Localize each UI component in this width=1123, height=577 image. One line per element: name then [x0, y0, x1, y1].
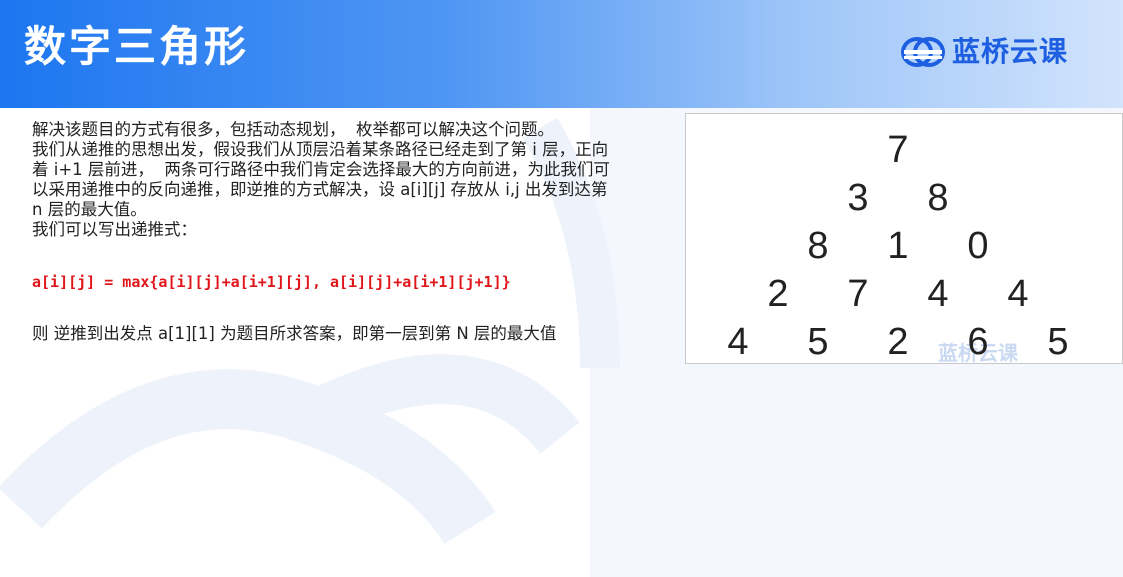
triangle-cell-r3-c2: 1 — [887, 225, 908, 267]
triangle-cell-r4-c3: 4 — [927, 273, 948, 315]
explanation-text: 解决该题目的方式有很多，包括动态规划， 枚举都可以解决这个问题。 我们从递推的思… — [32, 120, 622, 344]
paragraph-method: 我们从递推的思想出发，假设我们从顶层沿着某条路径已经走到了第 i 层，正向着 i… — [32, 140, 613, 219]
paragraph-intro: 解决该题目的方式有很多，包括动态规划， 枚举都可以解决这个问题。 — [32, 120, 554, 139]
lanqiao-logo-icon — [901, 37, 945, 67]
header-banner: 数字三角形 蓝桥云课 — [0, 0, 1123, 108]
recurrence-formula: a[i][j] = max{a[i][j]+a[i+1][j], a[i][j]… — [32, 273, 511, 291]
paragraph-conclusion: 则 逆推到出发点 a[1][1] 为题目所求答案，即第一层到第 N 层的最大值 — [32, 324, 557, 343]
brand-logo: 蓝桥云课 — [900, 34, 1068, 70]
triangle-cell-r5-c5: 5 — [1047, 321, 1068, 363]
brand-name: 蓝桥云课 — [952, 35, 1069, 68]
triangle-cell-r4-c2: 7 — [847, 273, 868, 315]
triangle-cell-r5-c1: 4 — [727, 321, 748, 363]
triangle-cell-r3-c3: 0 — [967, 225, 988, 267]
number-triangle-figure: 蓝桥云课 738810274445265 — [685, 113, 1123, 364]
triangle-cell-r2-c2: 8 — [927, 177, 948, 219]
number-triangle-svg: 蓝桥云课 73 88 1 02 7 4 44 5 2 6 5 — [727, 129, 1068, 363]
page-title: 数字三角形 — [24, 22, 250, 71]
triangle-cell-r2-c1: 3 — [847, 177, 868, 219]
triangle-cell-r4-c1: 2 — [767, 273, 788, 315]
triangle-cell-r5-c2: 5 — [807, 321, 828, 363]
paragraph-formula-lead: 我们可以写出递推式： — [32, 220, 197, 239]
triangle-cell-r5-c4: 6 — [967, 321, 988, 363]
triangle-cell-r3-c1: 8 — [807, 225, 828, 267]
triangle-cell-r4-c4: 4 — [1007, 273, 1028, 315]
triangle-cell-r5-c3: 2 — [887, 321, 908, 363]
triangle-cell-r1-c1: 7 — [887, 129, 908, 171]
